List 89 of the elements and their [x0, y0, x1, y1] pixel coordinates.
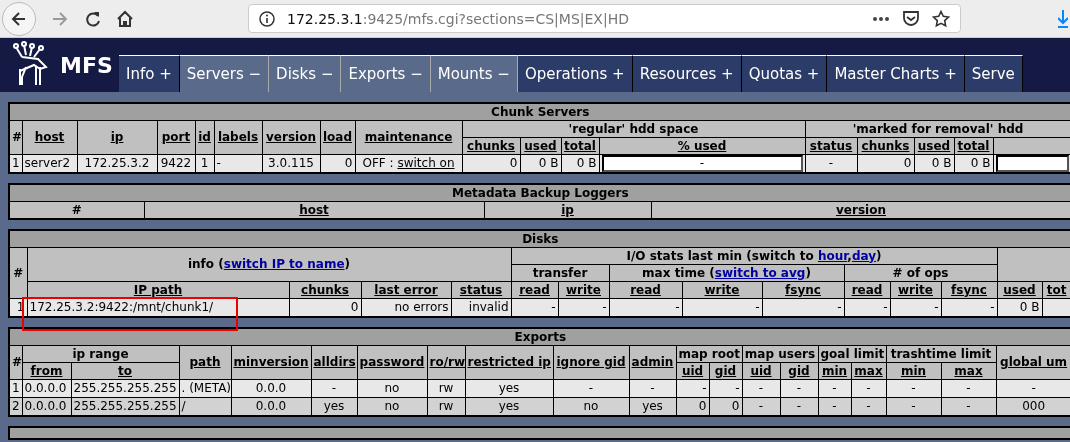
logo-text: MFS: [60, 52, 113, 78]
sort-link[interactable]: password: [359, 355, 425, 369]
sort-link[interactable]: write: [898, 282, 933, 297]
sort-link[interactable]: host: [299, 202, 329, 217]
column-header: info (switch IP to name): [27, 247, 511, 282]
sort-link[interactable]: last error: [374, 282, 438, 297]
sort-link[interactable]: load: [322, 130, 352, 144]
section-title: Chunk Servers: [9, 103, 1070, 121]
nav-tab[interactable]: Quotas +: [741, 55, 828, 92]
sort-link[interactable]: version: [266, 130, 316, 144]
sort-link[interactable]: total: [957, 138, 990, 153]
link[interactable]: day: [851, 248, 877, 263]
home-icon[interactable]: [116, 9, 134, 28]
sort-link[interactable]: chunks: [467, 138, 515, 153]
sort-link[interactable]: used: [1003, 282, 1036, 297]
link[interactable]: switch to avg: [714, 265, 806, 280]
sort-link[interactable]: total: [564, 138, 596, 153]
sort-link[interactable]: read: [851, 282, 883, 297]
sort-link[interactable]: IP path: [133, 282, 183, 297]
back-button[interactable]: [2, 1, 36, 36]
sort-link[interactable]: chunks: [861, 138, 910, 153]
section-title: Disks: [9, 230, 1070, 248]
link[interactable]: switch IP to name: [223, 257, 345, 271]
sort-link[interactable]: alldirs: [313, 355, 356, 369]
more-icon[interactable]: [872, 15, 890, 22]
sort-link[interactable]: admin: [631, 355, 674, 369]
sort-link[interactable]: ip: [110, 130, 124, 144]
sort-link[interactable]: ignore gid: [556, 355, 626, 369]
sort-link[interactable]: from: [30, 363, 63, 378]
section-title: Metadata Backup Loggers: [9, 184, 1070, 202]
sort-link[interactable]: % used: [677, 138, 727, 153]
sort-link[interactable]: status: [809, 138, 853, 153]
sort-link[interactable]: host: [34, 130, 65, 144]
sort-link[interactable]: fsync: [785, 282, 821, 297]
nav-tab[interactable]: Operations +: [517, 55, 633, 92]
info-icon[interactable]: [259, 10, 275, 27]
sort-link[interactable]: path: [189, 355, 221, 369]
sort-link[interactable]: uid: [750, 363, 772, 378]
address-bar[interactable]: 172.25.3.1:9425/mfs.cgi?sections=CS|MS|EX|HD: [248, 4, 961, 33]
nav-tab[interactable]: Disks −: [269, 55, 342, 92]
nav-tab[interactable]: Resources +: [632, 55, 742, 92]
link[interactable]: hour: [817, 248, 848, 263]
link[interactable]: switch on: [397, 156, 455, 170]
sort-link[interactable]: uid: [681, 363, 704, 378]
sort-link[interactable]: ip: [561, 202, 574, 217]
sort-link[interactable]: maintenance: [364, 130, 453, 144]
sort-link[interactable]: max: [954, 363, 983, 378]
sort-link[interactable]: minversion: [233, 355, 309, 369]
sort-link[interactable]: id: [198, 130, 211, 144]
sort-link[interactable]: to: [118, 363, 132, 378]
sort-link[interactable]: used: [917, 138, 951, 153]
sort-link[interactable]: labels: [217, 130, 259, 144]
sort-link[interactable]: global um: [1000, 355, 1068, 369]
nav-tab[interactable]: Mounts −: [430, 55, 518, 92]
table-cell: 1: [9, 379, 22, 398]
nav-tab[interactable]: Exports −: [341, 55, 431, 92]
sort-link[interactable]: write: [566, 282, 601, 297]
pocket-icon[interactable]: [902, 10, 920, 27]
sort-link[interactable]: write: [704, 282, 740, 297]
sort-link[interactable]: tot: [1046, 282, 1067, 297]
sort-link[interactable]: gid: [788, 363, 810, 378]
sort-link[interactable]: status: [459, 282, 503, 297]
sort-link[interactable]: max: [854, 363, 883, 378]
sort-link[interactable]: restricted ip: [467, 355, 551, 369]
column-header: #: [9, 247, 27, 299]
sort-link[interactable]: read: [519, 282, 550, 297]
nav-tab[interactable]: Serve: [964, 55, 1023, 92]
reload-icon[interactable]: [84, 9, 102, 28]
star-icon[interactable]: [932, 9, 950, 28]
sort-link[interactable]: fsync: [951, 282, 987, 297]
sort-link[interactable]: port: [161, 130, 191, 144]
table-cell: 2: [9, 397, 22, 416]
table-cell: 1: [9, 154, 22, 173]
sort-link[interactable]: used: [524, 138, 557, 153]
nav-tab[interactable]: Info +: [119, 55, 180, 92]
section-title: Exports: [9, 328, 1070, 346]
column-header: #: [9, 345, 22, 380]
sort-link[interactable]: chunks: [301, 282, 349, 297]
column-header: #: [9, 120, 22, 155]
sort-link[interactable]: ro/rw: [429, 355, 466, 369]
sort-link[interactable]: read: [630, 282, 661, 297]
sort-link[interactable]: gid: [714, 363, 737, 378]
nav-tab[interactable]: Master Charts +: [827, 55, 965, 92]
nav-tab[interactable]: Servers −: [179, 55, 270, 92]
sort-link[interactable]: min: [821, 363, 848, 378]
usage-bar: -: [601, 155, 803, 172]
sort-link[interactable]: min: [900, 363, 927, 378]
download-icon[interactable]: [1058, 8, 1068, 29]
sort-link[interactable]: version: [836, 202, 886, 217]
